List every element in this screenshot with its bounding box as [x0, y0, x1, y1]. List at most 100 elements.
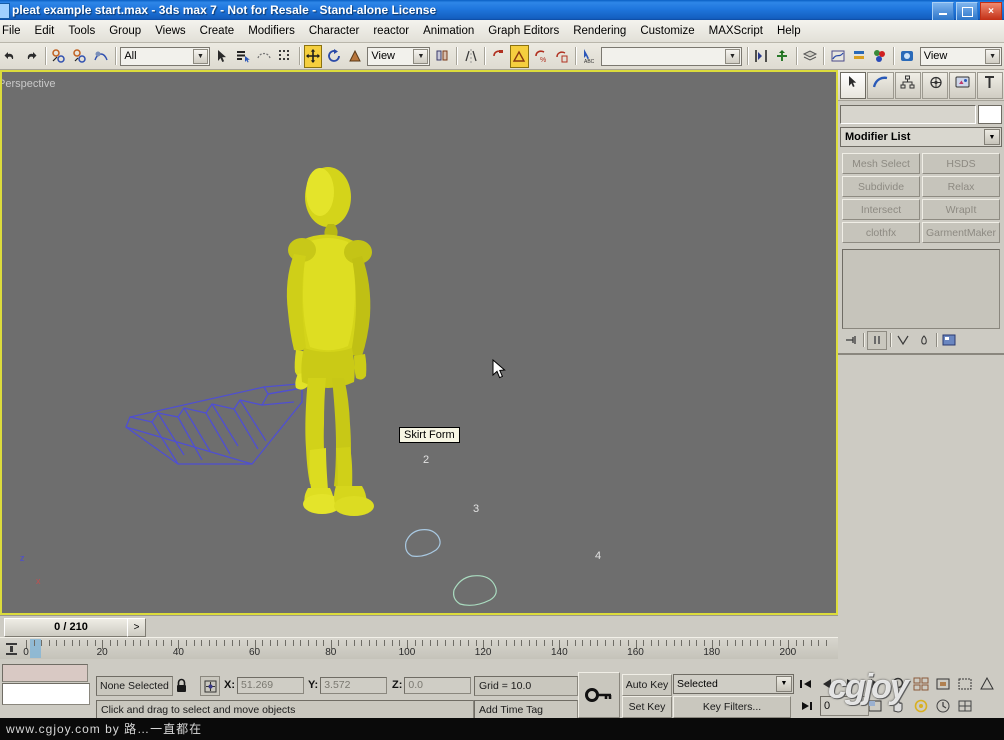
named-selection-combo[interactable]: ▼	[601, 46, 742, 66]
maxscript-mini-listener-input[interactable]	[2, 683, 90, 705]
undo-icon[interactable]	[1, 45, 20, 68]
maxscript-mini-listener-output[interactable]	[2, 664, 88, 682]
modifier-button-wrapit[interactable]: WrapIt	[922, 199, 1000, 220]
menu-item-modifiers[interactable]: Modifiers	[241, 22, 302, 40]
add-time-tag-button[interactable]: Add Time Tag	[474, 700, 578, 720]
render-scene-icon[interactable]	[898, 45, 917, 68]
show-end-result-icon[interactable]	[867, 330, 887, 350]
coordinate-x[interactable]: X: 51.269	[224, 676, 304, 694]
align-icon[interactable]	[752, 45, 771, 68]
menu-item-group[interactable]: Group	[102, 22, 148, 40]
set-key-button[interactable]: Set Key	[622, 696, 672, 718]
schematic-view-icon[interactable]	[849, 45, 868, 68]
command-panel-hierarchy-tab[interactable]	[894, 71, 921, 99]
spinner-snap-toggle-icon[interactable]	[552, 45, 571, 68]
absolute-relative-mode-icon[interactable]	[200, 676, 220, 696]
curve-editor-icon[interactable]	[828, 45, 847, 68]
menu-item-tools[interactable]: Tools	[61, 22, 102, 40]
coord-x-field[interactable]: 51.269	[237, 676, 304, 694]
reference-coordinate-combo[interactable]: View ▼	[367, 46, 431, 66]
close-button[interactable]: ×	[980, 2, 1002, 20]
go-to-end-icon[interactable]	[796, 696, 817, 716]
chevron-down-icon[interactable]: ▼	[776, 676, 792, 692]
key-filters-button[interactable]: Key Filters...	[673, 696, 791, 718]
menu-item-customize[interactable]: Customize	[633, 22, 701, 40]
modifier-stack-list[interactable]	[842, 249, 1000, 329]
perspective-viewport[interactable]: Perspective z x Skirt Form 2 3 4	[0, 70, 838, 615]
previous-frame-icon[interactable]	[816, 674, 837, 694]
menu-item-help[interactable]: Help	[770, 22, 808, 40]
command-panel-utilities-tab[interactable]	[976, 71, 1003, 99]
coordinate-y[interactable]: Y: 3.572	[308, 676, 388, 694]
modifier-button-subdivide[interactable]: Subdivide	[842, 176, 920, 197]
menu-item-graph-editors[interactable]: Graph Editors	[481, 22, 566, 40]
modifier-button-relax[interactable]: Relax	[922, 176, 1000, 197]
menu-item-file[interactable]: File	[0, 22, 28, 40]
unlink-selection-icon[interactable]	[71, 45, 90, 68]
play-animation-icon[interactable]	[840, 674, 861, 694]
snaps-toggle-icon[interactable]	[489, 45, 508, 68]
time-slider-handle[interactable]: 0 / 210	[4, 618, 138, 637]
redo-icon[interactable]	[22, 45, 41, 68]
modifier-button-mesh-select[interactable]: Mesh Select	[842, 153, 920, 174]
minimize-button[interactable]	[932, 2, 954, 20]
object-color-swatch[interactable]	[978, 105, 1002, 124]
select-and-link-icon[interactable]	[50, 45, 69, 68]
angle-snap-toggle-icon[interactable]	[509, 44, 529, 68]
zoom-all-icon[interactable]	[910, 674, 931, 694]
layer-manager-icon[interactable]	[800, 45, 819, 68]
time-slider-next-button[interactable]: >	[127, 618, 146, 637]
menu-item-reactor[interactable]: reactor	[366, 22, 416, 40]
zoom-region-icon[interactable]	[954, 674, 975, 694]
material-editor-icon[interactable]	[870, 45, 889, 68]
key-filter-mode-combo[interactable]: Selected ▼	[673, 674, 794, 694]
arc-rotate-icon[interactable]	[910, 696, 931, 716]
menu-item-rendering[interactable]: Rendering	[566, 22, 633, 40]
select-and-rotate-icon[interactable]	[324, 45, 343, 68]
menu-item-views[interactable]: Views	[148, 22, 192, 40]
auto-key-button[interactable]: Auto Key	[622, 674, 672, 696]
render-type-combo[interactable]: View ▼	[919, 46, 1003, 66]
modifier-button-hsds[interactable]: HSDS	[922, 153, 1000, 174]
menu-item-maxscript[interactable]: MAXScript	[702, 22, 770, 40]
zoom-extents-icon[interactable]	[932, 674, 953, 694]
coordinate-z[interactable]: Z: 0.0	[392, 676, 472, 694]
selection-filter-combo[interactable]: All ▼	[120, 46, 210, 66]
array-icon[interactable]	[773, 45, 792, 68]
select-region-icon[interactable]	[255, 45, 274, 68]
menu-item-create[interactable]: Create	[193, 22, 242, 40]
menu-item-character[interactable]: Character	[302, 22, 367, 40]
menu-item-edit[interactable]: Edit	[28, 22, 62, 40]
object-name-field[interactable]	[840, 105, 976, 124]
zoom-icon[interactable]	[888, 674, 909, 694]
percent-snap-toggle-icon[interactable]: %	[531, 45, 550, 68]
command-panel-display-tab[interactable]	[949, 71, 976, 99]
chevron-down-icon[interactable]: ▼	[984, 129, 1000, 145]
select-by-name-icon[interactable]	[234, 45, 253, 68]
coord-z-field[interactable]: 0.0	[404, 676, 472, 694]
modifier-button-intersect[interactable]: Intersect	[842, 199, 920, 220]
command-panel-modify-tab[interactable]	[867, 71, 894, 99]
field-of-view-icon[interactable]	[976, 674, 997, 694]
window-crossing-icon[interactable]	[276, 45, 295, 68]
open-mini-curve-editor-icon[interactable]	[4, 641, 20, 657]
chevron-down-icon[interactable]: ▼	[413, 48, 429, 64]
lock-icon[interactable]	[172, 676, 190, 694]
modifier-list-combo[interactable]: Modifier List ▼	[840, 127, 1002, 147]
frame-ruler[interactable]: 0 20 40 60 80 100 120 140 160 180 200	[23, 638, 827, 660]
maximize-button[interactable]	[956, 2, 978, 20]
select-and-scale-icon[interactable]	[345, 45, 364, 68]
use-pivot-point-center-icon[interactable]	[433, 45, 452, 68]
viewport-config-icon[interactable]	[954, 696, 975, 716]
remove-modifier-icon[interactable]	[915, 332, 933, 349]
go-to-start-icon[interactable]	[796, 674, 817, 694]
select-and-move-icon[interactable]	[303, 44, 323, 68]
select-object-icon[interactable]	[213, 45, 232, 68]
pin-stack-icon[interactable]	[842, 332, 860, 349]
make-unique-icon[interactable]	[894, 332, 912, 349]
bind-to-space-warp-icon[interactable]	[92, 45, 111, 68]
command-panel-create-tab[interactable]	[840, 71, 867, 99]
chevron-down-icon[interactable]: ▼	[724, 48, 740, 64]
command-panel-motion-tab[interactable]	[921, 71, 949, 99]
coord-y-field[interactable]: 3.572	[320, 676, 388, 694]
